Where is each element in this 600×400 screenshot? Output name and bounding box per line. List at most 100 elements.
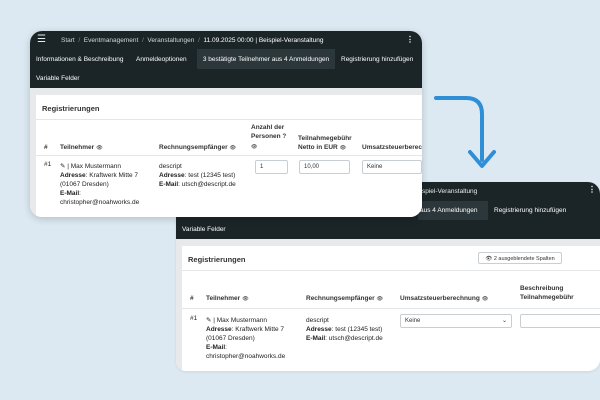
col-label: Beschreibung	[520, 285, 564, 292]
breadcrumb-events[interactable]: Veranstaltungen	[147, 37, 194, 44]
tab-label: aus 4 Anmeldungen	[420, 207, 478, 214]
billing-email-label: E-Mail	[306, 335, 326, 342]
fee-value: 10,00	[304, 164, 320, 170]
participant-name: | Max Mustermann	[213, 317, 267, 324]
billing-address-value: test (12345 test)	[335, 326, 383, 333]
col-vat: Umsatzsteuerberechnu	[362, 144, 422, 151]
col-persons: Anzahl der Personen ? 👁	[251, 123, 286, 152]
description-input[interactable]	[520, 314, 600, 328]
col-label: Anzahl der	[251, 124, 285, 131]
tab-information[interactable]: Informationen & Beschreibung	[36, 49, 123, 69]
participant-cell: ✎ | Max Mustermann Adresse: Kraftwerk Mi…	[206, 317, 286, 360]
tab-label: Registrierung hinzufügen	[341, 55, 414, 63]
col-label: Teilnahmegebühr	[298, 135, 352, 142]
row-num: #1	[44, 161, 52, 168]
address-value: Kraftwerk Mitte 7	[89, 172, 139, 179]
section-title: Registrierungen	[188, 255, 246, 264]
tab-label: Anmeldeoptionen	[136, 55, 187, 63]
breadcrumb-eventmanagement[interactable]: Eventmanagement	[84, 37, 139, 44]
vat-value: Keine	[405, 318, 421, 324]
tab-add-registration[interactable]: Registrierung hinzufügen	[494, 201, 600, 220]
fee-input[interactable]: 10,00	[299, 160, 350, 174]
email-label: E-Mail	[206, 344, 226, 351]
address-label: Adresse	[60, 172, 86, 179]
eye-icon: 👁	[485, 256, 493, 262]
col-label: Umsatzsteuerberechnung	[400, 295, 480, 302]
col-num: #	[190, 295, 194, 302]
tab-variable-fields[interactable]: Variable Felder	[36, 69, 80, 88]
col-billing: Rechnungsempfänger 👁	[306, 294, 383, 304]
billing-email-label: E-Mail	[159, 181, 179, 188]
eye-icon[interactable]: 👁	[242, 295, 248, 304]
tab-variable-fields[interactable]: Variable Felder	[182, 220, 226, 239]
email-value: christopher@noahworks.de	[60, 199, 140, 206]
screenshot-card-before: ☰ Start / Eventmanagement / Veranstaltun…	[30, 31, 422, 217]
eye-icon[interactable]: 👁	[251, 143, 257, 152]
address-value: Kraftwerk Mitte 7	[235, 326, 285, 333]
tab-participants[interactable]: 3 bestätigte Teilnehmer aus 4 Anmeldunge…	[197, 49, 335, 69]
tab-label: Variable Felder	[36, 75, 80, 82]
eye-icon[interactable]: 👁	[340, 144, 346, 153]
more-icon[interactable]: ⋮	[588, 185, 596, 194]
col-label: Rechnungsempfänger	[159, 144, 228, 151]
registrations-panel: Registrierungen 👁 2 ausgeblendete Spalte…	[182, 246, 600, 371]
billing-cell: descript Adresse: test (12345 test) E-Ma…	[306, 317, 383, 342]
button-label: 2 ausgeblendete Spalten	[493, 256, 555, 262]
vat-select[interactable]: Keine	[362, 160, 422, 174]
billing-email-value: utsch@descript.de	[328, 335, 383, 342]
menu-icon[interactable]: ☰	[37, 34, 46, 45]
participant-cell: ✎ | Max Mustermann Adresse: Kraftwerk Mi…	[60, 163, 140, 206]
vat-value: Keine	[367, 164, 383, 170]
col-vat: Umsatzsteuerberechnung 👁	[400, 294, 488, 304]
col-label: Personen	[251, 133, 281, 140]
tab-bar-2: Variable Felder	[176, 220, 600, 239]
billing-address-value: test (12345 test)	[188, 172, 236, 179]
eye-icon[interactable]: 👁	[96, 144, 102, 153]
col-label: Teilnehmer	[60, 144, 95, 151]
eye-icon[interactable]: 👁	[377, 295, 383, 304]
row-divider	[182, 308, 600, 309]
breadcrumb-start[interactable]: Start	[61, 37, 75, 44]
tab-label: Variable Felder	[182, 226, 226, 233]
tab-registration-options[interactable]: Anmeldeoptionen	[136, 49, 187, 69]
hidden-columns-button[interactable]: 👁 2 ausgeblendete Spalten	[478, 252, 562, 264]
persons-input[interactable]: 1	[255, 160, 288, 174]
tab-label: 3 bestätigte Teilnehmer aus 4 Anmeldunge…	[202, 55, 330, 63]
more-icon[interactable]: ⋮	[406, 35, 414, 44]
tab-bar: Informationen & Beschreibung Anmeldeopti…	[30, 49, 422, 69]
breadcrumb-current: 11.09.2025 00:00 | Beispiel-Veranstaltun…	[203, 37, 324, 44]
registrations-panel: Registrierungen # Teilnehmer 👁 Rechnungse…	[36, 95, 422, 217]
page-title-fragment: spiel-Veranstaltung	[422, 188, 478, 195]
billing-address-label: Adresse	[306, 326, 332, 333]
persons-value: 1	[260, 164, 264, 170]
panel-header: Registrierungen 👁 2 ausgeblendete Spalte…	[182, 246, 600, 271]
col-label: Teilnehmer	[206, 295, 241, 302]
billing-address-label: Adresse	[159, 172, 185, 179]
col-fee: Teilnahmegebühr Netto in EUR 👁	[298, 134, 352, 153]
tab-add-registration[interactable]: Registrierung hinzufügen	[341, 49, 413, 69]
eye-icon[interactable]: 👁	[230, 144, 236, 153]
col-label: Teilnahmegebühr	[520, 294, 574, 301]
help-icon[interactable]: ?	[282, 134, 286, 140]
address-value-2: (01067 Dresden)	[206, 335, 255, 342]
email-label: E-Mail	[60, 190, 80, 197]
tab-participants[interactable]: aus 4 Anmeldungen	[418, 201, 488, 220]
eye-icon[interactable]: 👁	[482, 295, 488, 304]
billing-cell: descript Adresse: test (12345 test) E-Ma…	[159, 163, 236, 188]
tab-bar-2: Variable Felder	[30, 69, 422, 88]
row-num: #1	[190, 315, 198, 322]
col-label: Netto in EUR	[298, 144, 338, 151]
col-num: #	[44, 144, 48, 151]
edit-icon[interactable]: ✎	[60, 163, 65, 170]
vat-select[interactable]: Keine ⌄	[400, 314, 512, 328]
edit-icon[interactable]: ✎	[206, 317, 211, 324]
col-billing: Rechnungsempfänger 👁	[159, 143, 236, 153]
billing-name: descript	[306, 317, 329, 324]
email-value: christopher@noahworks.de	[206, 353, 286, 360]
breadcrumb-bar: ☰ Start / Eventmanagement / Veranstaltun…	[30, 31, 422, 49]
row-divider	[36, 155, 422, 156]
col-participant: Teilnehmer 👁	[206, 294, 249, 304]
address-value-2: (01067 Dresden)	[60, 181, 109, 188]
tab-label: Informationen & Beschreibung	[36, 55, 124, 63]
tab-label: Registrierung hinzufügen	[494, 207, 567, 214]
